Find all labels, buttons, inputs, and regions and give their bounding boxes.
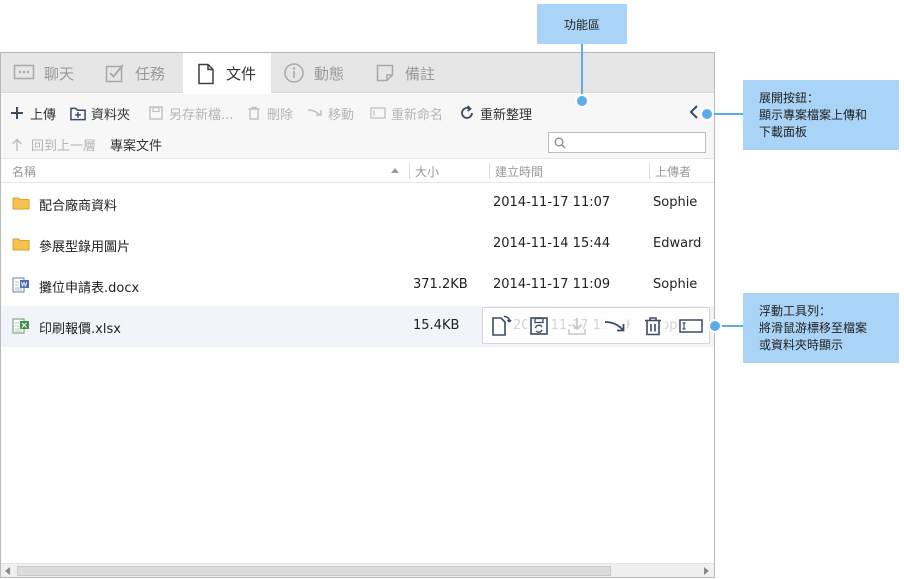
save-as-float-button[interactable] — [527, 315, 551, 337]
plus-icon — [9, 105, 25, 121]
rename-float-button[interactable] — [679, 315, 703, 337]
file-name: 印刷報價.xlsx — [39, 322, 121, 337]
folder-icon — [12, 238, 30, 251]
table-row[interactable]: 攤位申請表.docx 371.2KB 2014-11-17 11:09 Soph… — [1, 265, 714, 306]
scroll-right-icon[interactable] — [704, 567, 709, 575]
download-icon — [568, 318, 586, 335]
table-row[interactable]: 配合廠商資料 2014-11-17 11:07 Sophie — [1, 183, 714, 224]
tab-note[interactable]: 備註 — [374, 53, 435, 93]
file-created: 2014-11-17 11:09 — [493, 277, 611, 292]
breadcrumb[interactable]: 專案文件 — [110, 135, 162, 154]
file-size: 15.4KB — [413, 318, 460, 333]
save-icon — [148, 105, 164, 121]
tab-label: 備註 — [405, 64, 436, 83]
floating-toolbar: 2014-11-17 11:09 Sophie — [482, 307, 710, 344]
column-divider — [409, 163, 410, 179]
move-button[interactable]: 移動 — [307, 104, 354, 123]
rename-button[interactable]: 重新命名 — [370, 104, 443, 123]
annotation-function-area: 功能區 — [537, 4, 627, 44]
file-uploader: Edward — [653, 236, 702, 251]
delete-float-button[interactable] — [641, 315, 665, 337]
tab-chat[interactable]: 聊天 — [13, 53, 74, 93]
word-document-icon — [12, 277, 29, 293]
trash-icon — [645, 317, 661, 336]
tab-task[interactable]: 任務 — [104, 53, 165, 93]
back-to-parent-button[interactable]: 回到上一層 — [11, 135, 96, 154]
column-header-size[interactable]: 大小 — [415, 163, 439, 180]
annotation-floating-toolbar: 浮動工具列： 將滑鼠游標移至檔案 或資料夾時顯示 — [743, 293, 899, 363]
file-created: 2014-11-14 15:44 — [493, 236, 611, 251]
annotation-expand-button: 展開按鈕： 顯示專案檔案上傳和 下載面板 — [743, 80, 899, 150]
file-name: 攤位申請表.docx — [39, 281, 140, 296]
move-float-button[interactable] — [603, 315, 627, 337]
tab-bar: 聊天 任務 文件 動態 備註 — [1, 53, 714, 94]
save-as-button[interactable]: 另存新檔... — [148, 104, 233, 123]
tab-label: 文件 — [226, 65, 257, 83]
navigation-bar: 回到上一層 專案文件 — [1, 130, 714, 159]
annotation-dot — [708, 319, 722, 333]
annotation-dot — [700, 107, 714, 121]
expand-panel-button[interactable] — [687, 104, 701, 120]
column-header-uploader[interactable]: 上傳者 — [655, 163, 691, 180]
file-name: 參展型錄用圖片 — [39, 240, 131, 255]
tab-label: 動態 — [314, 64, 345, 83]
chevron-left-icon — [689, 105, 698, 119]
chat-icon — [13, 62, 35, 84]
horizontal-scrollbar[interactable] — [1, 563, 714, 577]
copy-file-button[interactable] — [489, 315, 513, 337]
search-box — [548, 132, 706, 153]
file-uploader: Sophie — [653, 277, 698, 292]
rename-icon — [370, 105, 386, 121]
file-created: 2014-11-17 11:07 — [493, 195, 611, 210]
tab-document[interactable]: 文件 — [183, 53, 271, 94]
table-row[interactable]: 參展型錄用圖片 2014-11-14 15:44 Edward — [1, 224, 714, 265]
search-icon — [554, 137, 566, 148]
add-folder-icon — [70, 105, 86, 121]
annotation-leader-line — [581, 44, 583, 99]
info-icon — [283, 62, 305, 84]
table-header: 名稱 大小 建立時間 上傳者 — [1, 159, 714, 183]
rename-icon — [679, 319, 703, 333]
task-icon — [104, 62, 126, 84]
file-manager-window: 聊天 任務 文件 動態 備註 上傳 資料夾 另存新檔... 刪除 移動 重新命名… — [0, 52, 715, 578]
move-arrow-icon — [604, 321, 625, 332]
refresh-icon — [459, 105, 475, 121]
function-toolbar: 上傳 資料夾 另存新檔... 刪除 移動 重新命名 重新整理 — [1, 94, 714, 130]
scroll-left-icon[interactable] — [5, 567, 10, 575]
file-name: 配合廠商資料 — [39, 199, 118, 214]
column-header-created[interactable]: 建立時間 — [495, 163, 543, 180]
upload-button[interactable]: 上傳 — [9, 104, 56, 123]
new-folder-button[interactable]: 資料夾 — [70, 104, 130, 123]
excel-spreadsheet-icon — [12, 318, 29, 334]
file-uploader: Sophie — [653, 195, 698, 210]
sort-ascending-icon — [391, 168, 399, 173]
tab-label: 任務 — [135, 64, 166, 83]
column-divider — [489, 163, 490, 179]
column-divider — [649, 163, 650, 179]
save-sync-icon — [530, 317, 548, 335]
move-arrow-icon — [307, 105, 323, 121]
download-button[interactable] — [565, 315, 589, 337]
copy-file-icon — [492, 315, 512, 336]
search-input[interactable] — [570, 134, 700, 151]
trash-icon — [246, 105, 262, 121]
document-icon — [195, 63, 217, 85]
column-header-name[interactable]: 名稱 — [12, 163, 36, 180]
scrollbar-thumb[interactable] — [17, 566, 611, 576]
tab-activity[interactable]: 動態 — [283, 53, 344, 93]
tab-label: 聊天 — [44, 64, 75, 83]
refresh-button[interactable]: 重新整理 — [459, 104, 532, 123]
folder-icon — [12, 197, 30, 210]
arrow-up-icon — [11, 137, 23, 151]
note-icon — [374, 62, 396, 84]
delete-button[interactable]: 刪除 — [246, 104, 293, 123]
file-size: 371.2KB — [413, 277, 468, 292]
annotation-dot — [575, 94, 589, 108]
